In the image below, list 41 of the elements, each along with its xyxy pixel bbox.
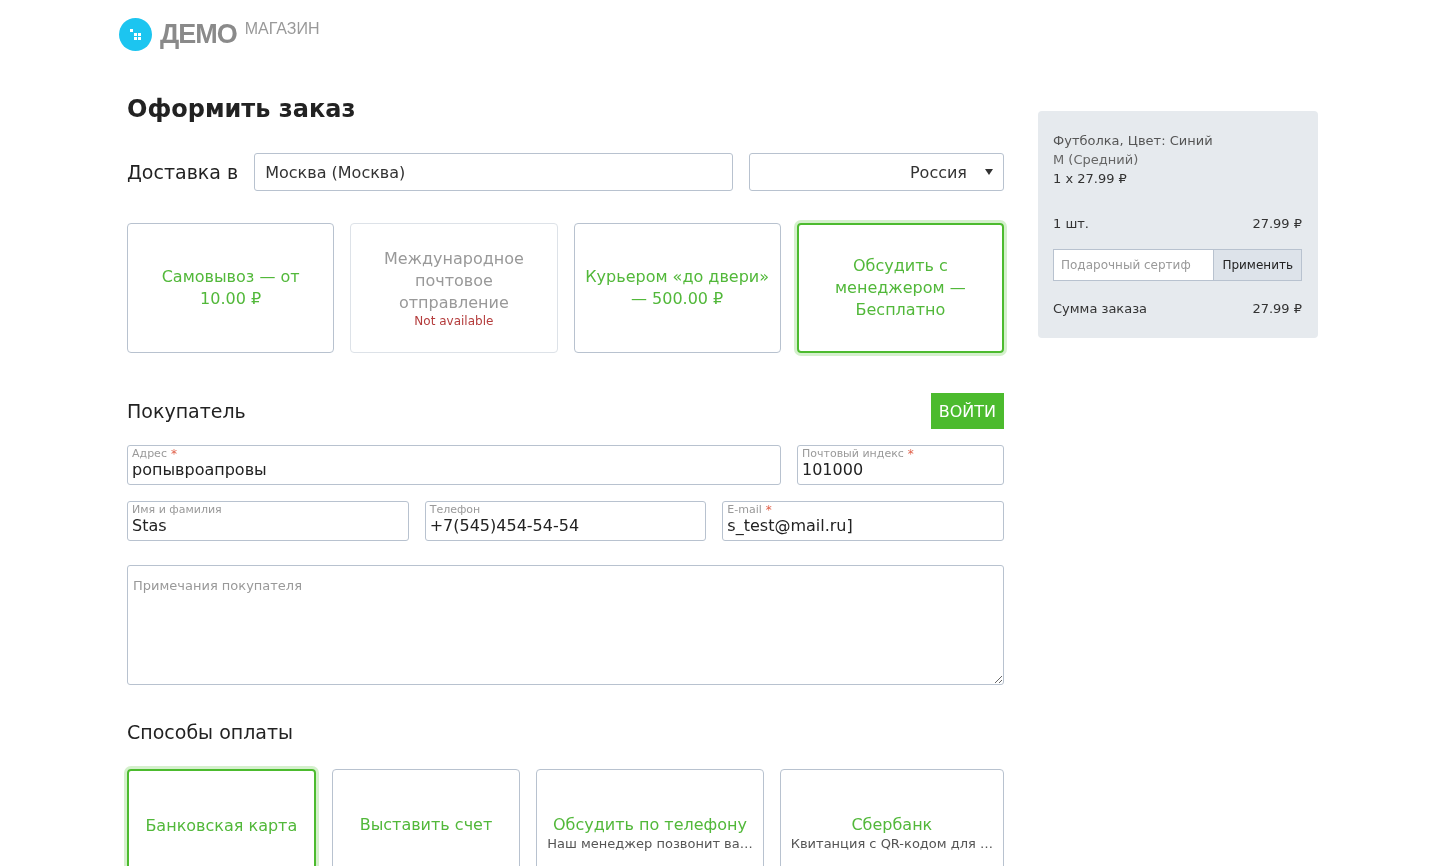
delivery-label: Доставка в (127, 161, 239, 183)
page-title: Оформить заказ (127, 95, 357, 123)
section-heading: Способы оплаты (127, 721, 295, 743)
item-count: 1 шт. (1053, 215, 1089, 233)
total-value: 27.99 ₽ (1252, 300, 1302, 318)
payment-option[interactable]: Обсудить по телефону Наш менеджер позвонит ва… (536, 769, 764, 866)
availability-note: Not available (414, 314, 494, 328)
payment-description: Наш менеджер позвонит ва… (547, 836, 753, 851)
caret-icon (985, 169, 993, 175)
field-value: +7(545)454-54-54 (429, 516, 580, 535)
logo-subtitle: МАГАЗИН (244, 20, 320, 38)
notes-field[interactable]: Примечания покупателя (127, 565, 1004, 685)
field-value: s_test@mail.ru] (727, 516, 853, 535)
field-value: 101000 (802, 460, 864, 479)
subtotal: 27.99 ₽ (1252, 215, 1302, 233)
payment-description: Квитанция с QR-кодом для … (790, 836, 993, 851)
item-price: 1 x 27.99 ₽ (1053, 170, 1128, 188)
required-mark: * (765, 504, 772, 516)
required-mark: * (170, 448, 177, 460)
logo-text: ДЕМО (160, 19, 237, 50)
field-label: E-mail (727, 504, 762, 516)
required-mark: * (907, 448, 914, 460)
input-field[interactable]: E-mail * s_test@mail.ru] (722, 501, 1004, 541)
field-label: Почтовый индекс (802, 448, 904, 460)
section-heading: Покупатель (127, 400, 246, 422)
input-field[interactable]: Адрес * ропывроапровы (127, 445, 781, 485)
field-value: Stas (132, 516, 167, 535)
item-name: Футболка, Цвет: Синий (1053, 132, 1214, 150)
input-field[interactable]: Телефон +7(545)454-54-54 (424, 501, 707, 541)
field-label: Адрес (132, 448, 167, 460)
item-variant: M (Средний) (1053, 151, 1140, 169)
country-select[interactable]: Россия (749, 153, 1004, 191)
field-label: Имя и фамилия (132, 504, 222, 516)
field-label: Телефон (429, 504, 481, 516)
logo-icon (119, 18, 152, 51)
payment-option[interactable]: Сбербанк Квитанция с QR-кодом для … (779, 769, 1004, 866)
field-value: ропывроапровы (132, 460, 267, 479)
city-field[interactable]: Москва (Москва) (254, 153, 733, 191)
input-field[interactable]: Почтовый индекс * 101000 (797, 445, 1004, 485)
input-field[interactable]: Имя и фамилия Stas (127, 501, 409, 541)
total-label: Сумма заказа (1053, 300, 1148, 318)
